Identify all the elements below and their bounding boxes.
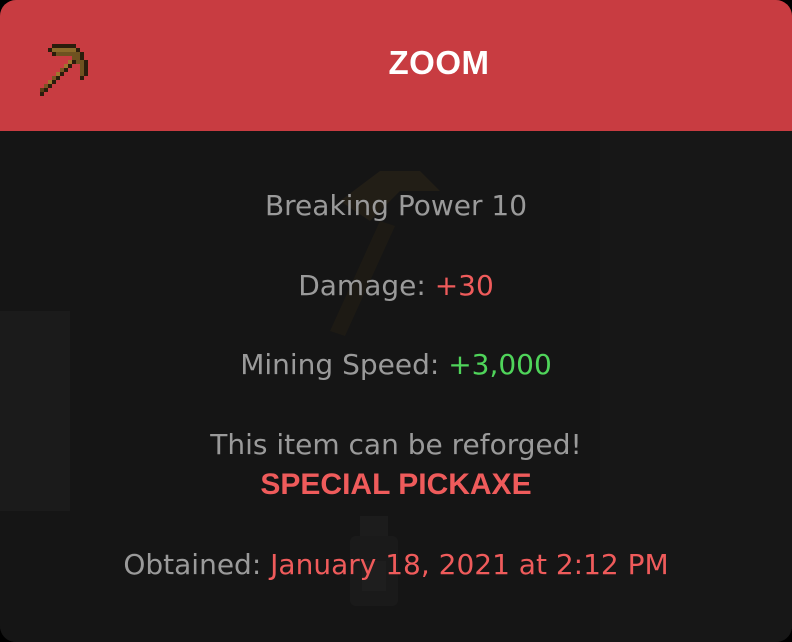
damage-value: +30 <box>434 269 494 302</box>
damage-label: Damage: <box>298 269 435 302</box>
mining-speed-value: +3,000 <box>448 348 552 381</box>
obtained-value: January 18, 2021 at 2:12 PM <box>270 548 669 581</box>
breaking-power-line: Breaking Power 10 <box>0 189 792 222</box>
item-title: ZOOM <box>388 44 490 81</box>
rarity-line: SPECIAL PICKAXE <box>0 468 792 502</box>
reforge-text: This item can be reforged! <box>210 428 582 461</box>
mining-speed-label: Mining Speed: <box>240 348 449 381</box>
breaking-power-text: Breaking Power 10 <box>264 189 528 222</box>
tooltip-body: Breaking Power 10 Damage: +30 Mining Spe… <box>0 131 792 642</box>
rarity-text: SPECIAL PICKAXE <box>260 468 532 501</box>
damage-line: Damage: +30 <box>0 269 792 302</box>
obtained-label: Obtained: <box>123 548 271 581</box>
reforge-line: This item can be reforged! <box>0 428 792 461</box>
tooltip-header: ZOOM <box>0 0 792 131</box>
obtained-line: Obtained: January 18, 2021 at 2:12 PM <box>0 548 792 581</box>
item-tooltip-card: ZOOM Breaking Power 10 Damage: +30 Minin… <box>0 0 792 642</box>
mining-speed-line: Mining Speed: +3,000 <box>0 348 792 381</box>
